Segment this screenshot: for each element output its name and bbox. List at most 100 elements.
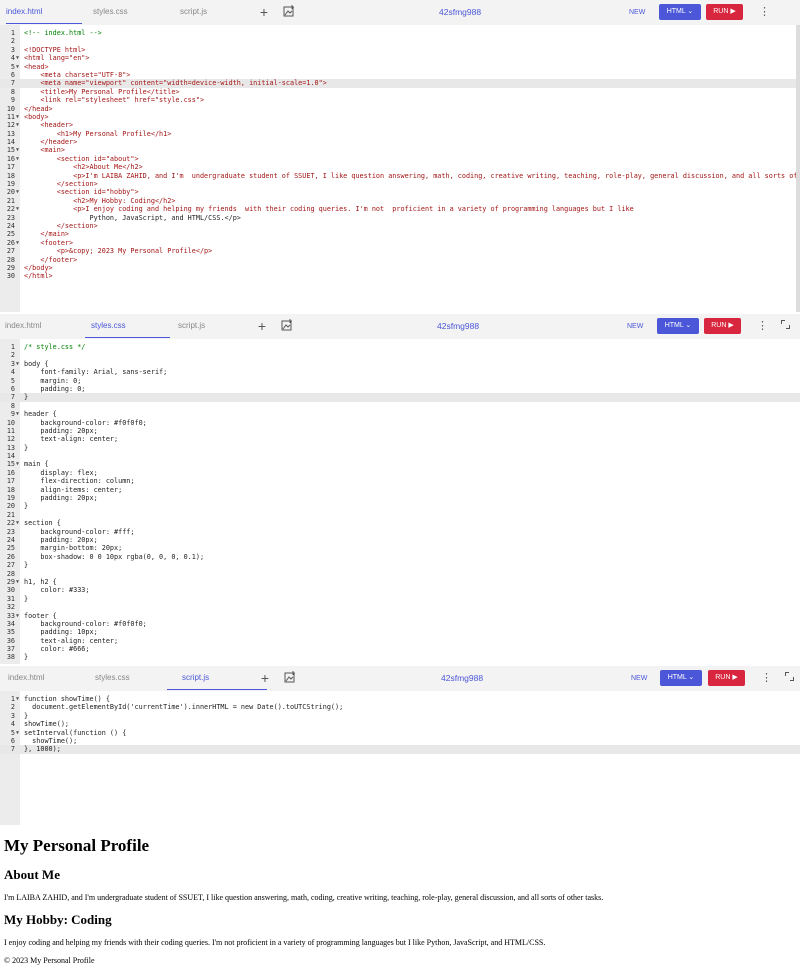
code-line[interactable]: 21 <box>0 511 800 519</box>
code-line[interactable]: 8 <box>0 402 800 410</box>
code-line[interactable]: 26 ▼ <footer> <box>0 239 800 247</box>
code-line[interactable]: 23 background-color: #fff; <box>0 528 800 536</box>
tab-index-html[interactable]: index.html <box>5 314 41 337</box>
code-editor[interactable]: 1 ▼ function showTime() {2 document.getEle… <box>0 691 800 825</box>
fullscreen-icon[interactable] <box>785 672 794 681</box>
code-line[interactable]: 21 <h2>My Hobby: Coding</h2> <box>0 197 800 205</box>
code-line[interactable]: 9 ▼ header { <box>0 410 800 418</box>
tab-styles-css[interactable]: styles.css <box>93 0 128 23</box>
code-line[interactable]: 26 box-shadow: 0 0 10px rgba(0, 0, 0, 0.… <box>0 553 800 561</box>
fold-arrow-icon[interactable]: ▼ <box>16 729 19 737</box>
code-line[interactable]: 25 </main> <box>0 230 800 238</box>
code-line[interactable]: 24 </section> <box>0 222 800 230</box>
fold-arrow-icon[interactable]: ▼ <box>16 612 19 620</box>
tab-index-html[interactable]: index.html <box>8 666 44 689</box>
more-options-icon[interactable]: ⋮ <box>759 4 770 20</box>
run-button[interactable]: RUN ▶ <box>704 318 741 334</box>
code-line[interactable]: 8 <title>My Personal Profile</title> <box>0 88 800 96</box>
code-line[interactable]: 11 padding: 20px; <box>0 427 800 435</box>
fold-arrow-icon[interactable]: ▼ <box>16 188 19 196</box>
code-line[interactable]: 12 ▼ <header> <box>0 121 800 129</box>
tab-styles-css[interactable]: styles.css <box>95 666 130 689</box>
add-file-icon[interactable]: + <box>258 671 272 685</box>
code-line[interactable]: 1 ▼ function showTime() { <box>0 695 800 703</box>
code-line[interactable]: 9 <link rel="stylesheet" href="style.css… <box>0 96 800 104</box>
add-file-icon[interactable]: + <box>255 319 269 333</box>
code-line[interactable]: 28 </footer> <box>0 256 800 264</box>
language-select[interactable]: HTML ⌄ <box>660 670 702 686</box>
code-line[interactable]: 6 <meta charset="UTF-8"> <box>0 71 800 79</box>
new-button[interactable]: NEW <box>631 666 647 691</box>
code-line[interactable]: 28 <box>0 570 800 578</box>
fold-arrow-icon[interactable]: ▼ <box>16 239 19 247</box>
code-line[interactable]: 3 <!DOCTYPE html> <box>0 46 800 54</box>
tab-script-js[interactable]: script.js <box>178 314 205 337</box>
code-line[interactable]: 2 document.getElementById('currentTime')… <box>0 703 800 711</box>
tab-script-js[interactable]: script.js <box>180 0 207 23</box>
code-line[interactable]: 31} <box>0 595 800 603</box>
code-line[interactable]: 35 padding: 10px; <box>0 628 800 636</box>
tab-index-html[interactable]: index.html <box>6 0 82 24</box>
more-options-icon[interactable]: ⋮ <box>757 318 768 334</box>
code-line[interactable]: 30 color: #333; <box>0 586 800 594</box>
code-line[interactable]: 32 <box>0 603 800 611</box>
code-line[interactable]: 11 ▼ <body> <box>0 113 800 121</box>
code-line[interactable]: 6 padding: 0; <box>0 385 800 393</box>
code-line[interactable]: 18 align-items: center; <box>0 486 800 494</box>
code-line[interactable]: 10 </head> <box>0 105 800 113</box>
more-options-icon[interactable]: ⋮ <box>761 670 772 686</box>
code-line[interactable]: 4 showTime(); <box>0 720 800 728</box>
code-line[interactable]: 4 ▼ <html lang="en"> <box>0 54 800 62</box>
code-line[interactable]: 5 ▼ <head> <box>0 63 800 71</box>
code-line[interactable]: 25 margin-bottom: 20px; <box>0 544 800 552</box>
code-line[interactable]: 27} <box>0 561 800 569</box>
code-line[interactable]: 5 margin: 0; <box>0 377 800 385</box>
code-line[interactable]: 1 <!-- index.html --> <box>0 29 800 37</box>
new-button[interactable]: NEW <box>627 314 643 339</box>
code-line[interactable]: 7}, 1000); <box>0 745 800 754</box>
code-line[interactable]: 38} <box>0 653 800 661</box>
new-button[interactable]: NEW <box>629 0 645 25</box>
language-select[interactable]: HTML ⌄ <box>657 318 699 334</box>
fold-arrow-icon[interactable]: ▼ <box>16 460 19 468</box>
code-line[interactable]: 23 Python, JavaScript, and HTML/CSS.</p> <box>0 214 800 222</box>
code-line[interactable]: 22 ▼ section { <box>0 519 800 527</box>
fold-arrow-icon[interactable]: ▼ <box>16 155 19 163</box>
tab-script-js[interactable]: script.js <box>167 666 267 690</box>
add-file-icon[interactable]: + <box>257 5 271 19</box>
code-line[interactable]: 30 </html> <box>0 272 800 280</box>
fold-arrow-icon[interactable]: ▼ <box>16 578 19 586</box>
code-line[interactable]: 34 background-color: #f0f0f0; <box>0 620 800 628</box>
code-line[interactable]: 3} <box>0 712 800 720</box>
code-line[interactable]: 18 <p>I'm LAIBA ZAHID, and I'm undergrad… <box>0 172 800 180</box>
code-line[interactable]: 19 padding: 20px; <box>0 494 800 502</box>
code-line[interactable]: 37 color: #666; <box>0 645 800 653</box>
fold-arrow-icon[interactable]: ▼ <box>16 54 19 62</box>
add-image-icon[interactable] <box>280 319 294 333</box>
code-line[interactable]: 29 </body> <box>0 264 800 272</box>
add-image-icon[interactable] <box>282 5 296 19</box>
tab-styles-css[interactable]: styles.css <box>85 314 170 338</box>
code-line[interactable]: 2 <box>0 351 800 359</box>
fold-arrow-icon[interactable]: ▼ <box>16 695 19 703</box>
code-line[interactable]: 15 ▼ main { <box>0 460 800 468</box>
code-line[interactable]: 20} <box>0 502 800 510</box>
code-line[interactable]: 36 text-align: center; <box>0 637 800 645</box>
code-line[interactable]: 4 font-family: Arial, sans-serif; <box>0 368 800 376</box>
code-line[interactable]: 1 /* style.css */ <box>0 343 800 351</box>
code-line[interactable]: 29 ▼ h1, h2 { <box>0 578 800 586</box>
fullscreen-icon[interactable] <box>781 320 790 329</box>
fold-arrow-icon[interactable]: ▼ <box>16 410 19 418</box>
code-line[interactable]: 10 background-color: #f0f0f0; <box>0 419 800 427</box>
code-line[interactable]: 24 padding: 20px; <box>0 536 800 544</box>
run-button[interactable]: RUN ▶ <box>706 4 743 20</box>
code-line[interactable]: 14 <box>0 452 800 460</box>
code-line[interactable]: 14 </header> <box>0 138 800 146</box>
fold-arrow-icon[interactable]: ▼ <box>16 63 19 71</box>
fold-arrow-icon[interactable]: ▼ <box>16 146 19 154</box>
code-line[interactable]: 19 </section> <box>0 180 800 188</box>
code-line[interactable]: 22 ▼ <p>I enjoy coding and helping my fri… <box>0 205 800 213</box>
fold-arrow-icon[interactable]: ▼ <box>16 113 19 121</box>
code-line[interactable]: 2 <box>0 37 800 45</box>
code-line[interactable]: 33 ▼ footer { <box>0 612 800 620</box>
